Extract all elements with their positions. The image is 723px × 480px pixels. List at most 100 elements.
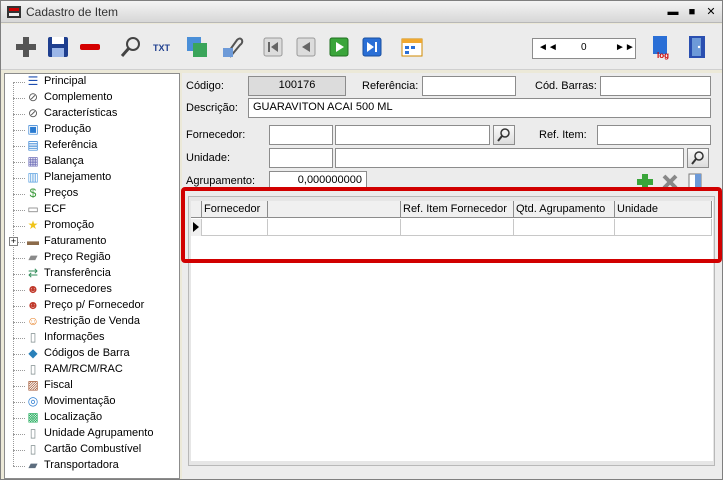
sidebar-item-c-digos-de-barra[interactable]: ◆ Códigos de Barra [5, 346, 181, 362]
fornecedor-name-field[interactable] [335, 125, 490, 145]
sidebar-item-promo-o[interactable]: ★ Promoção [5, 218, 181, 234]
sidebar-item-label: Transportadora [44, 459, 119, 471]
tree-connector [13, 434, 25, 435]
sidebar-item-label: Características [44, 107, 118, 119]
prev-record-icon[interactable] [293, 34, 319, 60]
title-bar: Cadastro de Item ▬ ■ ✕ [1, 1, 722, 23]
unidade-label: Unidade: [186, 152, 231, 164]
sidebar-item-faturamento[interactable]: + ▬ Faturamento [5, 234, 181, 250]
sidebar-item-label: Preços [44, 187, 79, 199]
plus-icon[interactable] [13, 34, 39, 60]
record-navigator[interactable]: ◄◄ 0 ►► [532, 38, 636, 59]
sidebar-item-pre-o-regi-o[interactable]: ▰ Preço Região [5, 250, 181, 266]
sidebar-item-informa-es[interactable]: ▯ Informações [5, 330, 181, 346]
sidebar-item-transfer-ncia[interactable]: ⇄ Transferência [5, 266, 181, 282]
tree-connector [13, 226, 25, 227]
record-number[interactable]: 0 [581, 42, 587, 53]
tree-connector [13, 194, 25, 195]
expand-icon[interactable]: + [9, 237, 18, 246]
highlight-box [181, 187, 722, 263]
cod-barras-field[interactable] [600, 76, 711, 96]
sidebar-item-label: Fiscal [44, 379, 73, 391]
sidebar-item-unidade-agrupamento[interactable]: ▯ Unidade Agrupamento [5, 426, 181, 442]
sidebar-item-label: Localização [44, 411, 103, 423]
minus-icon[interactable] [77, 34, 103, 60]
txt-icon[interactable]: TXT [151, 34, 177, 60]
magnifier-icon [497, 128, 510, 142]
sidebar-item-label: Restrição de Venda [44, 315, 141, 327]
sidebar-item-label: RAM/RCM/RAC [44, 363, 123, 375]
last-record-icon[interactable] [359, 34, 385, 60]
fornecedor-code-field[interactable] [269, 125, 333, 145]
sidebar-item-pre-o-p-fornecedor[interactable]: ☻ Preço p/ Fornecedor [5, 298, 181, 314]
window: Cadastro de Item ▬ ■ ✕ TXT log ◄◄ 0 ►► ☰… [0, 0, 723, 480]
next-record-icon[interactable] [326, 34, 352, 60]
sidebar-item-label: Preço p/ Fornecedor [44, 299, 145, 311]
document-icon: ▯ [29, 362, 37, 376]
tree-connector [13, 98, 25, 99]
fiscal-icon: ▨ [27, 378, 39, 392]
sidebar-item-refer-ncia[interactable]: ▤ Referência [5, 138, 181, 154]
people-icon: ☻ [26, 282, 40, 296]
codigo-label: Código: [186, 80, 224, 92]
sidebar-item-restri-o-de-venda[interactable]: ☺ Restrição de Venda [5, 314, 181, 330]
tree-connector [13, 114, 25, 115]
nav-first-icon[interactable]: ◄◄ [538, 42, 558, 53]
sidebar-item-cart-o-combust-vel[interactable]: ▯ Cartão Combustível [5, 442, 181, 458]
tree-connector [13, 370, 25, 371]
person-key-icon: ☺ [26, 314, 40, 328]
sidebar-item-balan-a[interactable]: ▦ Balança [5, 154, 181, 170]
exit-door-icon[interactable] [684, 34, 710, 60]
floppy-icon[interactable] [45, 34, 71, 60]
sidebar-item-planejamento[interactable]: ▥ Planejamento [5, 170, 181, 186]
tree-connector [13, 418, 25, 419]
cod-barras-label: Cód. Barras: [535, 80, 597, 92]
transfer-icon: ⇄ [27, 266, 39, 280]
maximize-icon[interactable]: ■ [685, 5, 699, 19]
descricao-field[interactable]: GUARAVITON ACAI 500 ML [248, 98, 711, 118]
sidebar-item-produ-o[interactable]: ▣ Produção [5, 122, 181, 138]
referencia-field[interactable] [422, 76, 516, 96]
unidade-name-field[interactable] [335, 148, 684, 168]
sidebar-item-transportadora[interactable]: ▰ Transportadora [5, 458, 181, 474]
tree-connector [13, 306, 25, 307]
sidebar-item-label: Referência [44, 139, 98, 151]
document-icon: ▯ [29, 426, 37, 440]
sidebar-item-ram-rcm-rac[interactable]: ▯ RAM/RCM/RAC [5, 362, 181, 378]
tree-connector [13, 162, 25, 163]
truck-icon: ▰ [28, 250, 38, 264]
magnifier-icon [691, 151, 704, 165]
minimize-icon[interactable]: ▬ [666, 5, 680, 19]
billing-icon: ▬ [27, 234, 39, 248]
first-record-icon[interactable] [260, 34, 286, 60]
tree-connector [13, 354, 25, 355]
ref-item-field[interactable] [597, 125, 711, 145]
log-icon[interactable]: log [649, 34, 675, 60]
fornecedor-lookup-button[interactable] [493, 125, 515, 145]
ref-item-label: Ref. Item: [539, 129, 587, 141]
sidebar-item-movimenta-o[interactable]: ◎ Movimentação [5, 394, 181, 410]
tree-connector [13, 322, 25, 323]
magnifier-icon[interactable] [118, 34, 144, 60]
close-icon[interactable]: ✕ [704, 5, 718, 19]
sidebar-item-localiza-o[interactable]: ▩ Localização [5, 410, 181, 426]
calendar-icon[interactable] [399, 34, 425, 60]
people-icon: ☻ [26, 298, 40, 312]
unidade-lookup-button[interactable] [687, 148, 709, 168]
nav-last-icon[interactable]: ►► [615, 42, 635, 53]
planning-icon: ▥ [27, 170, 39, 184]
sidebar-item-principal[interactable]: ☰ Principal [5, 74, 181, 90]
reference-icon: ▤ [27, 138, 39, 152]
unidade-code-field[interactable] [269, 148, 333, 168]
paperclip-icon[interactable] [219, 34, 245, 60]
sidebar-item-complemento[interactable]: ⊘ Complemento [5, 90, 181, 106]
sidebar-item-caracter-sticas[interactable]: ⊘ Características [5, 106, 181, 122]
sidebar-item-fiscal[interactable]: ▨ Fiscal [5, 378, 181, 394]
tree-connector [13, 338, 25, 339]
sidebar-item-fornecedores[interactable]: ☻ Fornecedores [5, 282, 181, 298]
tree-connector [13, 386, 25, 387]
sidebar-item-label: Informações [44, 331, 105, 343]
sidebar-item-pre-os[interactable]: $ Preços [5, 186, 181, 202]
export-icon[interactable] [184, 34, 210, 60]
sidebar-item-ecf[interactable]: ▭ ECF [5, 202, 181, 218]
